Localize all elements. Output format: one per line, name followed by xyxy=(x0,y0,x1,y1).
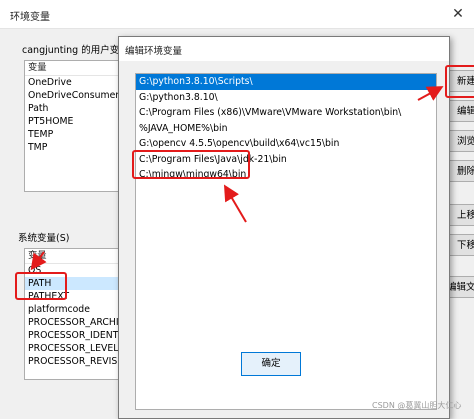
column-header-variable[interactable]: 变量 xyxy=(25,249,128,264)
watermark: CSDN @葛冀山胆大仁心 xyxy=(372,401,462,410)
system-variables-list[interactable]: 变量 OS PATH PATHEXT platformcode PROCESSO… xyxy=(24,248,129,380)
list-item[interactable]: OneDriveConsumer xyxy=(25,89,128,102)
annotation-box-mingw-entry xyxy=(132,150,250,179)
user-variables-list[interactable]: 变量 OneDrive OneDriveConsumer Path PT5HOM… xyxy=(24,60,129,192)
path-entry[interactable]: G:\python3.8.10\ xyxy=(136,90,436,106)
column-header-variable[interactable]: 变量 xyxy=(25,61,128,76)
list-item[interactable]: Path xyxy=(25,102,128,115)
list-item[interactable]: PROCESSOR_LEVEL xyxy=(25,342,128,355)
window-title: 环境变量 xyxy=(10,12,50,23)
close-icon[interactable]: ✕ xyxy=(446,4,470,24)
dialog-titlebar: 编辑环境变量 xyxy=(119,37,449,61)
list-item[interactable]: OneDrive xyxy=(25,76,128,89)
list-item[interactable]: PROCESSOR_ARCHITE xyxy=(25,316,128,329)
dialog-title: 编辑环境变量 xyxy=(125,46,183,57)
path-entry-selected[interactable]: G:\python3.8.10\Scripts\ xyxy=(136,74,436,90)
list-item[interactable]: PROCESSOR_IDENTIFI xyxy=(25,329,128,342)
path-entry[interactable]: C:\Program Files (x86)\VMware\VMware Wor… xyxy=(136,105,436,121)
window-titlebar: 环境变量 ✕ xyxy=(0,0,474,29)
annotation-box-new-button xyxy=(445,65,474,98)
list-item[interactable]: TMP xyxy=(25,141,128,154)
ok-button[interactable]: 确定 xyxy=(241,352,301,376)
system-variables-label: 系统变量(S) xyxy=(18,233,70,244)
list-item[interactable]: PT5HOME xyxy=(25,115,128,128)
annotation-box-path-variable xyxy=(15,272,67,300)
list-item[interactable]: platformcode xyxy=(25,303,128,316)
list-item[interactable]: PROCESSOR_REVISION xyxy=(25,355,128,368)
list-item[interactable]: TEMP xyxy=(25,128,128,141)
path-entry[interactable]: %JAVA_HOME%\bin xyxy=(136,121,436,137)
